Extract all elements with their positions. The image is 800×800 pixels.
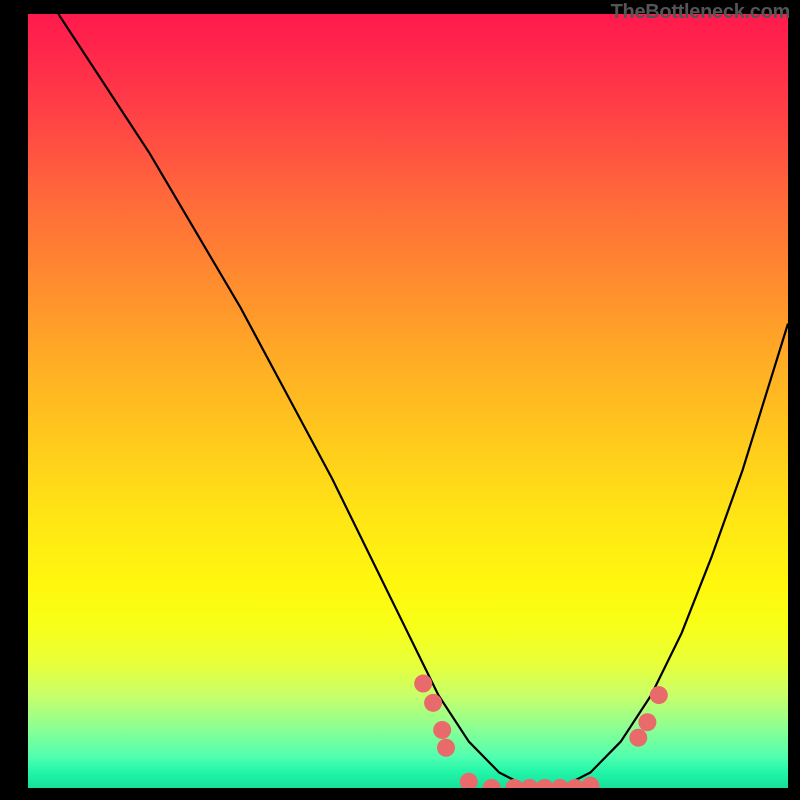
chart-frame: TheBottleneck.com bbox=[0, 0, 800, 800]
curve-layer bbox=[28, 14, 788, 788]
data-marker bbox=[536, 779, 554, 788]
data-marker bbox=[629, 729, 647, 747]
data-marker bbox=[505, 779, 523, 788]
plot-area bbox=[28, 14, 788, 788]
data-marker bbox=[551, 779, 569, 788]
data-marker bbox=[650, 686, 668, 704]
data-marker bbox=[521, 779, 539, 788]
data-marker bbox=[483, 779, 501, 788]
data-marker bbox=[433, 721, 451, 739]
data-marker bbox=[638, 713, 656, 731]
data-marker bbox=[581, 777, 599, 788]
watermark-text: TheBottleneck.com bbox=[611, 1, 790, 24]
data-marker bbox=[437, 739, 455, 757]
data-marker bbox=[424, 694, 442, 712]
bottleneck-curve bbox=[58, 14, 788, 788]
data-marker bbox=[460, 773, 478, 788]
data-marker bbox=[414, 675, 432, 693]
